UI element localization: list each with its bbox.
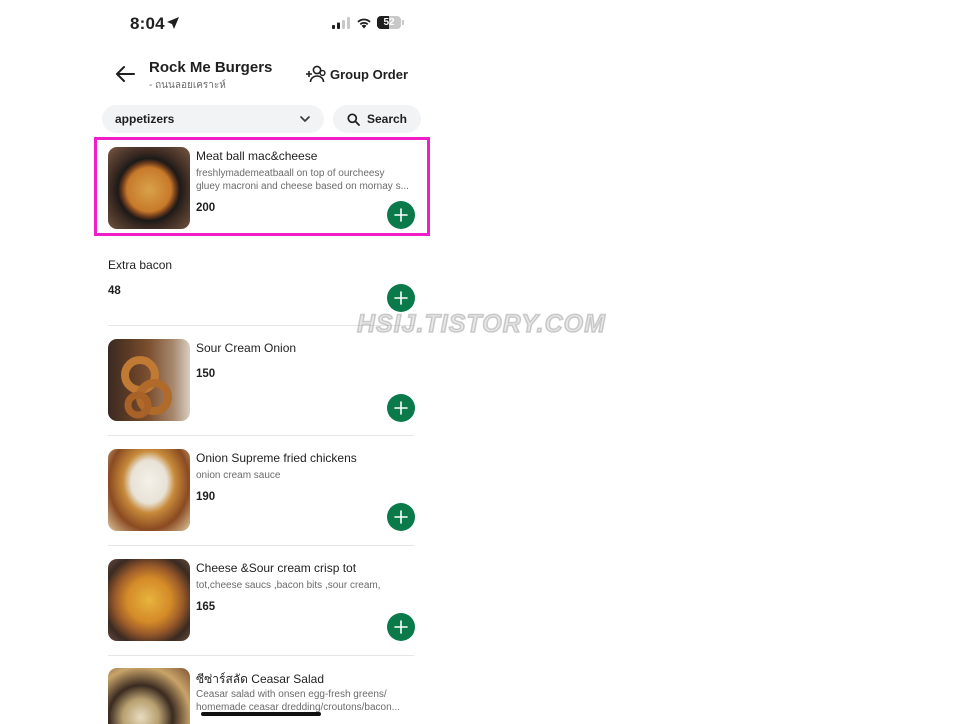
group-order-label: Group Order	[330, 66, 409, 82]
battery-level: 52	[383, 17, 395, 28]
food-image-fried-chicken	[108, 449, 190, 531]
item-price: 165	[196, 601, 216, 613]
food-image-crisp-tot	[108, 559, 190, 641]
item-description: tot,cheese saucs ,bacon bits ,sour cream…	[196, 580, 381, 591]
watermark-text: HSIJ.TISTORY.COM	[356, 309, 606, 339]
cellular-signal-icon	[332, 17, 350, 29]
plus-icon	[394, 291, 408, 305]
highlight-box	[94, 137, 430, 236]
divider	[108, 545, 414, 546]
location-arrow-icon	[167, 17, 179, 29]
search-label: Search	[366, 112, 408, 126]
wifi-icon	[357, 18, 371, 29]
group-add-icon	[306, 65, 326, 83]
add-item-button[interactable]	[387, 503, 415, 531]
divider	[108, 435, 414, 436]
food-image-ceasar-salad	[108, 668, 190, 724]
add-item-button[interactable]	[387, 613, 415, 641]
add-item-button[interactable]	[387, 284, 415, 312]
item-name: Sour Cream Onion	[196, 341, 297, 355]
category-label: appetizers	[115, 112, 175, 126]
menu-item[interactable]: Cheese &Sour cream crisp tot tot,cheese …	[108, 559, 415, 641]
item-description: onion cream sauce	[196, 470, 281, 481]
battery-icon: 52	[377, 16, 404, 29]
plus-icon	[394, 401, 408, 415]
chevron-down-icon	[300, 116, 310, 122]
status-time: 8:04	[130, 14, 165, 33]
menu-item[interactable]: Onion Supreme fried chickens onion cream…	[108, 449, 415, 531]
menu-item[interactable]: Extra bacon 48	[108, 256, 415, 316]
item-name: Extra bacon	[108, 258, 173, 272]
plus-icon	[394, 620, 408, 634]
battery-cap	[402, 20, 404, 25]
item-name: Onion Supreme fried chickens	[196, 451, 357, 465]
item-name: ซีซ่าร์สลัด Ceasar Salad	[196, 672, 324, 686]
menu-item[interactable]: Sour Cream Onion 150	[108, 339, 415, 422]
food-image-onion-rings	[108, 339, 190, 421]
search-icon	[347, 112, 360, 126]
item-price: 190	[196, 491, 216, 503]
group-order-button[interactable]: Group Order	[305, 64, 408, 84]
search-button[interactable]: Search	[333, 105, 421, 133]
onion-rings-graphic	[121, 356, 172, 419]
plus-icon	[394, 510, 408, 524]
item-name: Cheese &Sour cream crisp tot	[196, 561, 357, 575]
back-arrow-icon[interactable]	[114, 63, 136, 85]
restaurant-name: Rock Me Burgers	[149, 59, 273, 76]
restaurant-location: - ถนนลอยเคราะห์	[149, 80, 226, 91]
item-price: 150	[196, 368, 216, 380]
home-indicator	[201, 712, 321, 716]
item-price: 48	[108, 285, 121, 297]
add-item-button[interactable]	[387, 394, 415, 422]
divider	[108, 655, 414, 656]
item-description: Ceasar salad with onsen egg-fresh greens…	[196, 689, 387, 700]
category-dropdown[interactable]: appetizers	[102, 105, 324, 133]
